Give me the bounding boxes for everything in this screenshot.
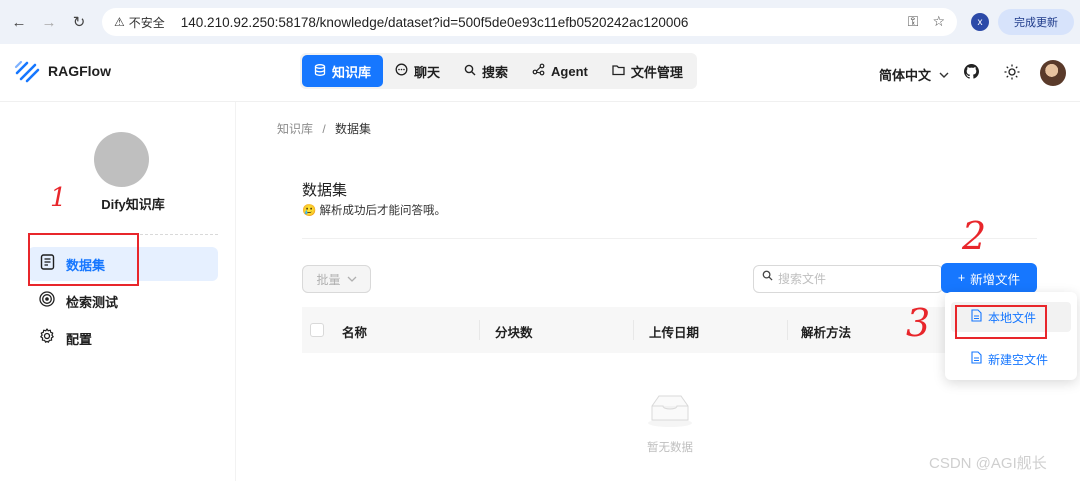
annotation-number-3: 3	[906, 301, 931, 345]
column-parse-method[interactable]: 解析方法	[801, 322, 851, 341]
star-icon[interactable]: ☆	[932, 13, 945, 30]
annotation-number-1: 1	[50, 183, 67, 213]
page-subtitle: 🥲 解析成功后才能问答哦。	[302, 205, 447, 217]
logo[interactable]: RAGFlow	[14, 58, 111, 84]
ragflow-logo-icon	[14, 60, 40, 83]
dropdown-item-new-empty-file[interactable]: 新建空文件	[951, 344, 1071, 374]
insecure-badge[interactable]: ⚠ 不安全	[112, 11, 171, 33]
file-icon	[971, 351, 982, 367]
watermark: CSDN @AGI舰长	[929, 455, 1047, 472]
smile-emoji-icon: 🥲	[302, 205, 317, 217]
profile-icon[interactable]: x	[971, 13, 989, 31]
theme-sun-icon[interactable]	[1004, 64, 1020, 84]
search-icon	[762, 270, 773, 284]
nav-file-management[interactable]: 文件管理	[600, 55, 695, 87]
nav-knowledge-base[interactable]: 知识库	[302, 55, 384, 87]
plus-icon: +	[957, 271, 966, 285]
empty-box-icon	[648, 395, 692, 427]
breadcrumb: 知识库 / 数据集	[277, 122, 372, 136]
reload-icon[interactable]: ↻	[68, 11, 90, 33]
forward-arrow-icon[interactable]: →	[38, 11, 60, 33]
target-icon	[38, 291, 56, 311]
add-file-button[interactable]: + 新增文件	[941, 263, 1037, 293]
browser-toolbar: ← → ↻ ⚠ 不安全 140.210.92.250:58178/knowled…	[0, 0, 1080, 44]
knowledge-base-avatar	[94, 132, 149, 187]
breadcrumb-current: 数据集	[335, 122, 372, 136]
nav-agent[interactable]: Agent	[520, 55, 600, 87]
database-icon	[314, 63, 326, 79]
select-all-checkbox[interactable]	[310, 323, 324, 337]
chevron-down-icon	[939, 67, 949, 82]
empty-state: 暂无数据	[630, 392, 710, 455]
update-button[interactable]: 完成更新	[998, 9, 1074, 35]
gear-icon	[38, 328, 56, 348]
search-file-input[interactable]	[753, 265, 943, 293]
column-chunk-count[interactable]: 分块数	[495, 322, 533, 341]
warning-icon: ⚠	[114, 15, 125, 29]
chevron-down-icon	[347, 272, 357, 286]
search-icon	[464, 64, 476, 79]
url-text: 140.210.92.250:58178/knowledge/dataset?i…	[180, 14, 689, 30]
folder-icon	[612, 64, 625, 79]
sidebar-item-config[interactable]: 配置	[28, 321, 218, 355]
key-icon[interactable]: ⚿	[908, 13, 919, 30]
app-header: RAGFlow 知识库 聊天 搜索 Agent 文件管理 简体中文	[0, 44, 1080, 102]
back-arrow-icon[interactable]: ←	[8, 11, 30, 33]
knowledge-sidebar: Dify知识库 数据集 检索测试 配置	[0, 102, 236, 481]
annotation-box-local-file	[955, 305, 1047, 339]
user-avatar[interactable]	[1040, 60, 1066, 86]
knowledge-base-name: Dify知识库	[101, 197, 165, 212]
page-title: 数据集	[302, 182, 348, 199]
empty-text: 暂无数据	[647, 442, 693, 454]
chat-bubble-icon	[395, 63, 408, 79]
brand-name: RAGFlow	[48, 63, 111, 79]
language-selector[interactable]: 简体中文	[879, 65, 949, 84]
nav-chat[interactable]: 聊天	[383, 55, 452, 87]
content-divider	[302, 238, 1037, 239]
column-name[interactable]: 名称	[342, 322, 367, 341]
annotation-box-dataset	[28, 233, 139, 286]
address-bar[interactable]: ⚠ 不安全 140.210.92.250:58178/knowledge/dat…	[102, 8, 957, 36]
breadcrumb-parent[interactable]: 知识库	[277, 122, 313, 136]
nav-search[interactable]: 搜索	[452, 55, 520, 87]
column-upload-date[interactable]: 上传日期	[649, 322, 699, 341]
sidebar-item-retrieval-test[interactable]: 检索测试	[28, 284, 218, 318]
top-navigation: 知识库 聊天 搜索 Agent 文件管理	[300, 53, 697, 89]
batch-button[interactable]: 批量	[302, 265, 371, 293]
annotation-number-2: 2	[962, 214, 987, 258]
github-icon[interactable]	[964, 64, 979, 83]
graph-nodes-icon	[532, 63, 545, 79]
